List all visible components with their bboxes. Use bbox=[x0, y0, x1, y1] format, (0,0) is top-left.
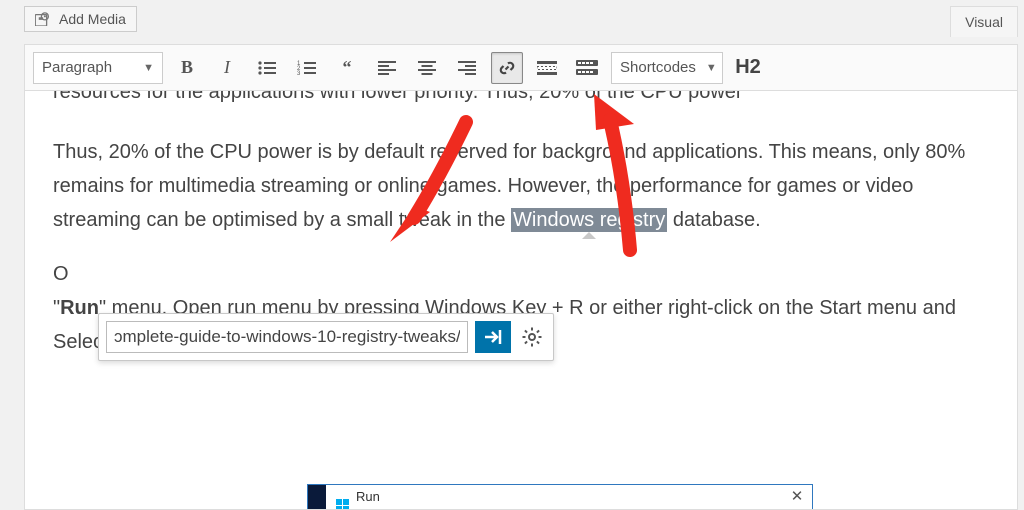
paragraph-1: Thus, 20% of the CPU power is by default… bbox=[53, 135, 989, 237]
media-icon bbox=[35, 12, 53, 26]
editor-content[interactable]: resources for the applications with lowe… bbox=[25, 91, 1017, 509]
tab-visual-label: Visual bbox=[965, 14, 1003, 30]
paragraph-2-bold: Run bbox=[60, 297, 99, 319]
chevron-down-icon: ▼ bbox=[143, 62, 154, 74]
h2-label: H2 bbox=[735, 56, 761, 79]
bold-button[interactable]: B bbox=[171, 52, 203, 84]
run-dialog-close[interactable]: ✕ bbox=[782, 484, 812, 509]
editor: Paragraph ▼ B I 123 “ S bbox=[24, 44, 1018, 510]
toggle-toolbar-button[interactable] bbox=[571, 52, 603, 84]
paragraph-2-prefix: O bbox=[53, 263, 69, 285]
italic-button[interactable]: I bbox=[211, 52, 243, 84]
paragraph-1-b: database. bbox=[667, 209, 760, 231]
toolbar: Paragraph ▼ B I 123 “ S bbox=[25, 45, 1017, 91]
shortcodes-dropdown[interactable]: Shortcodes ▼ bbox=[611, 52, 723, 84]
link-popover bbox=[98, 313, 554, 361]
windows-flag-icon bbox=[336, 490, 350, 504]
format-dropdown[interactable]: Paragraph ▼ bbox=[33, 52, 163, 84]
h2-button[interactable]: H2 bbox=[731, 52, 765, 84]
align-center-button[interactable] bbox=[411, 52, 443, 84]
link-url-input[interactable] bbox=[106, 321, 468, 353]
add-media-button[interactable]: Add Media bbox=[24, 6, 137, 32]
shortcodes-dropdown-label: Shortcodes bbox=[620, 59, 696, 76]
align-left-button[interactable] bbox=[371, 52, 403, 84]
link-settings-button[interactable] bbox=[518, 323, 546, 351]
run-dialog-strip bbox=[308, 485, 326, 509]
chevron-down-icon: ▼ bbox=[706, 62, 717, 74]
paragraph-1-a: Thus, 20% of the CPU power is by default… bbox=[53, 141, 965, 231]
blockquote-button[interactable]: “ bbox=[331, 52, 363, 84]
run-dialog: Run ✕ bbox=[307, 484, 813, 509]
format-dropdown-label: Paragraph bbox=[42, 59, 112, 76]
add-media-label: Add Media bbox=[59, 11, 126, 27]
tab-visual[interactable]: Visual bbox=[950, 6, 1018, 37]
ul-button[interactable] bbox=[251, 52, 283, 84]
apply-link-button[interactable] bbox=[475, 321, 511, 353]
svg-text:3: 3 bbox=[297, 71, 301, 76]
read-more-button[interactable] bbox=[531, 52, 563, 84]
selected-link-text[interactable]: Windows registry bbox=[511, 208, 667, 232]
align-right-button[interactable] bbox=[451, 52, 483, 84]
run-dialog-title: Run bbox=[356, 486, 782, 508]
ol-button[interactable]: 123 bbox=[291, 52, 323, 84]
cut-text: resources for the applications with lowe… bbox=[53, 91, 989, 109]
link-button[interactable] bbox=[491, 52, 523, 84]
